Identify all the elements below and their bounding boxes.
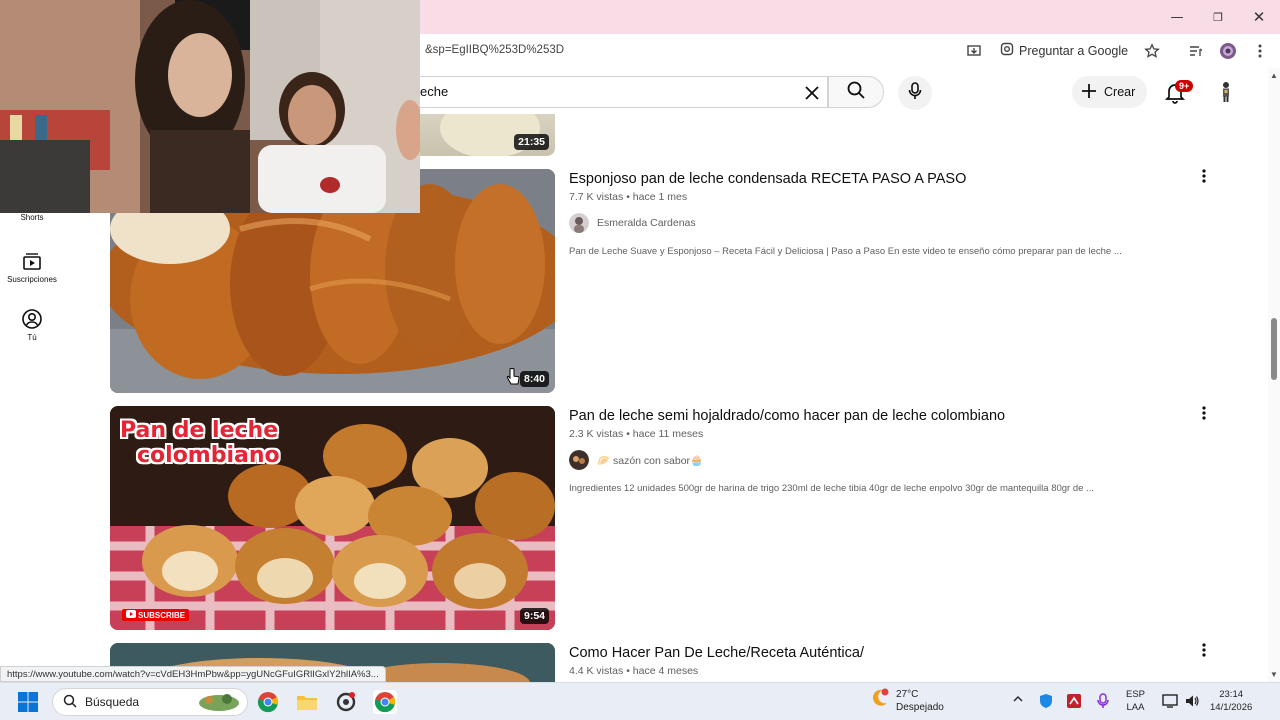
volume-icon[interactable] bbox=[1184, 693, 1200, 712]
page-scrollbar[interactable]: ▲ ▼ bbox=[1268, 68, 1280, 682]
account-avatar[interactable] bbox=[1214, 80, 1238, 104]
scroll-up-icon[interactable]: ▲ bbox=[1270, 71, 1278, 80]
guide-item-subscriptions[interactable]: Suscripciones bbox=[0, 250, 64, 284]
file-explorer-icon[interactable] bbox=[295, 690, 319, 714]
weather-widget[interactable]: 27°C Despejado bbox=[868, 687, 944, 714]
thumbnail-text-line-2: colombiano bbox=[137, 443, 280, 468]
close-window-button[interactable]: ✕ bbox=[1244, 6, 1274, 28]
search-input[interactable]: eche bbox=[420, 76, 828, 108]
ask-google-button[interactable]: Preguntar a Google bbox=[1000, 42, 1128, 59]
weather-desc: Despejado bbox=[896, 701, 944, 713]
create-label: Crear bbox=[1104, 85, 1136, 99]
search-highlight-icon bbox=[197, 690, 241, 715]
channel-name[interactable]: 🥟 sazón con sabor🧁 bbox=[597, 454, 703, 467]
bookmark-star-icon[interactable] bbox=[1143, 42, 1161, 60]
taskbar-search-label: Búsqueda bbox=[85, 695, 140, 709]
guide-item-label: Shorts bbox=[20, 213, 44, 222]
defender-shield-icon[interactable] bbox=[1038, 693, 1054, 712]
more-actions-icon[interactable] bbox=[1197, 167, 1211, 185]
app-ring-icon[interactable] bbox=[334, 690, 358, 714]
tray-chevron-up-icon[interactable] bbox=[1012, 693, 1024, 708]
video-description: Ingredientes 12 unidades 500gr de harina… bbox=[569, 483, 1094, 494]
install-app-icon[interactable] bbox=[965, 42, 983, 60]
guide-item-label: Tú bbox=[27, 333, 37, 342]
guide-item-shorts[interactable]: Shorts bbox=[0, 213, 64, 222]
channel-avatar[interactable] bbox=[569, 213, 589, 233]
video-duration: 21:35 bbox=[514, 134, 549, 150]
search-query[interactable]: eche bbox=[420, 84, 448, 99]
channel-row[interactable]: Esmeralda Cardenas bbox=[569, 213, 696, 233]
taskbar-search-box[interactable]: Búsqueda bbox=[52, 688, 248, 716]
guide-item-you[interactable]: Tú bbox=[0, 308, 64, 342]
video-meta: 7.7 K vistas • hace 1 mes bbox=[569, 191, 688, 203]
ask-google-label: Preguntar a Google bbox=[1019, 43, 1129, 58]
video-thumbnail[interactable]: Pan de leche colombiano SUBSCRIBE 9:54 bbox=[110, 406, 555, 630]
url-text[interactable]: &sp=EgIIBQ%253D%253D bbox=[425, 44, 564, 56]
guide-item-label: Suscripciones bbox=[7, 275, 57, 284]
language-code: ESP bbox=[1126, 689, 1146, 700]
subscribe-badge: SUBSCRIBE bbox=[122, 609, 190, 621]
scrollbar-thumb[interactable] bbox=[1271, 318, 1277, 380]
channel-row[interactable]: 🥟 sazón con sabor🧁 bbox=[569, 450, 703, 470]
voice-search-button[interactable] bbox=[898, 76, 932, 110]
more-actions-icon[interactable] bbox=[1197, 404, 1211, 422]
link-status-url: https://www.youtube.com/watch?v=cVdEH3Hm… bbox=[0, 666, 386, 682]
keyboard-layout: LAA bbox=[1126, 702, 1145, 713]
youtube-logo-icon bbox=[126, 610, 136, 620]
clock-time: 23:14 bbox=[1219, 689, 1244, 700]
taskbar: Búsqueda 27°C Despejado ESP LAA 23:14 14… bbox=[0, 682, 1280, 720]
tray-app-red-icon[interactable] bbox=[1066, 693, 1082, 712]
scroll-down-icon[interactable]: ▼ bbox=[1270, 670, 1278, 679]
microphone-tray-icon[interactable] bbox=[1096, 693, 1110, 712]
system-clock[interactable]: 23:14 14/1/2026 bbox=[1210, 688, 1252, 714]
clock-date: 14/1/2026 bbox=[1210, 702, 1253, 713]
google-lens-icon bbox=[1000, 42, 1014, 59]
search-icon bbox=[846, 80, 866, 105]
video-title[interactable]: Esponjoso pan de leche condensada RECETA… bbox=[569, 171, 966, 187]
video-title[interactable]: Como Hacer Pan De Leche/Receta Auténtica… bbox=[569, 645, 864, 661]
video-description: Pan de Leche Suave y Esponjoso – Receta … bbox=[569, 246, 1122, 257]
clear-search-icon[interactable] bbox=[801, 82, 823, 104]
channel-avatar[interactable] bbox=[569, 450, 589, 470]
video-meta: 2.3 K vistas • hace 11 meses bbox=[569, 428, 704, 440]
weather-temp: 27°C bbox=[896, 688, 919, 700]
channel-name[interactable]: Esmeralda Cardenas bbox=[597, 217, 696, 229]
more-actions-icon[interactable] bbox=[1197, 641, 1211, 659]
thumbnail-text: Pan de leche colombiano bbox=[120, 418, 280, 468]
video-duration: 8:40 bbox=[519, 371, 549, 387]
maximize-button[interactable]: ❐ bbox=[1203, 6, 1233, 28]
search-icon bbox=[63, 694, 77, 711]
browser-menu-icon[interactable] bbox=[1251, 42, 1269, 60]
chrome-icon[interactable] bbox=[256, 690, 280, 714]
create-button[interactable]: Crear bbox=[1072, 76, 1148, 108]
video-title[interactable]: Pan de leche semi hojaldrado/como hacer … bbox=[569, 408, 1005, 424]
chrome-active-icon[interactable] bbox=[373, 690, 397, 714]
subscribe-badge-label: SUBSCRIBE bbox=[138, 610, 186, 620]
network-icon[interactable] bbox=[1162, 693, 1178, 712]
video-meta: 4.4 K vistas • hace 4 meses bbox=[569, 665, 699, 677]
search-button[interactable] bbox=[828, 76, 884, 108]
notifications-badge: 9+ bbox=[1175, 80, 1194, 92]
input-language[interactable]: ESP LAA bbox=[1126, 688, 1145, 714]
subscriptions-icon bbox=[21, 250, 43, 272]
plus-icon bbox=[1080, 82, 1098, 103]
you-icon bbox=[21, 308, 43, 330]
profile-icon[interactable] bbox=[1219, 42, 1237, 60]
webcam-overlay bbox=[0, 0, 420, 213]
hand-cursor-icon bbox=[506, 368, 520, 391]
windows-start-icon[interactable] bbox=[16, 690, 40, 714]
video-duration: 9:54 bbox=[519, 608, 549, 624]
microphone-icon bbox=[907, 81, 923, 105]
weather-moon-icon bbox=[868, 687, 890, 714]
reading-list-icon[interactable] bbox=[1187, 42, 1205, 60]
thumbnail-text-line-1: Pan de leche bbox=[120, 418, 279, 443]
minimize-button[interactable]: — bbox=[1162, 6, 1192, 28]
